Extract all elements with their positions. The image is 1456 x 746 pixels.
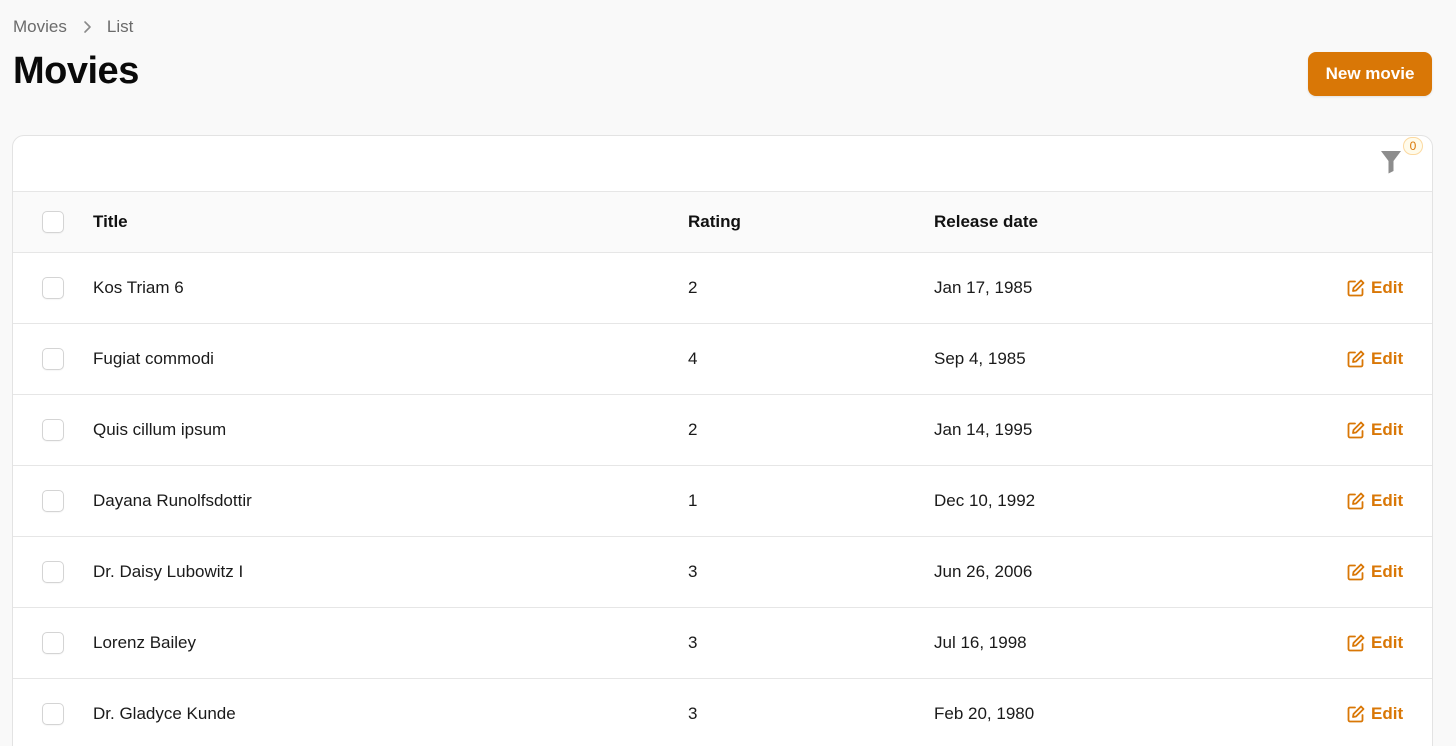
cell-rating: 4 [688, 349, 698, 368]
edit-button[interactable]: Edit [1347, 537, 1403, 607]
edit-button[interactable]: Edit [1347, 395, 1403, 465]
cell-title: Dayana Runolfsdottir [93, 491, 252, 510]
row-checkbox[interactable] [42, 561, 64, 583]
edit-icon [1347, 421, 1365, 439]
edit-label: Edit [1371, 633, 1404, 652]
edit-button[interactable]: Edit [1347, 608, 1403, 678]
table-row[interactable]: Kos Triam 6 2 Jan 17, 1985 Edit [13, 253, 1432, 324]
page-title: Movies [13, 50, 139, 92]
edit-icon [1347, 563, 1365, 581]
funnel-icon [1380, 150, 1402, 179]
filter-button[interactable] [1378, 150, 1404, 178]
cell-release-date: Sep 4, 1985 [934, 349, 1026, 368]
cell-rating: 1 [688, 491, 698, 510]
cell-release-date: Jan 14, 1995 [934, 420, 1033, 439]
breadcrumb-item-movies[interactable]: Movies [13, 17, 67, 37]
movies-table-card: 0 Title Rating Release date Kos Triam 6 … [12, 135, 1433, 746]
breadcrumb-item-list[interactable]: List [107, 17, 133, 37]
cell-title: Dr. Daisy Lubowitz I [93, 562, 244, 581]
table-row[interactable]: Fugiat commodi 4 Sep 4, 1985 Edit [13, 324, 1432, 395]
edit-label: Edit [1371, 704, 1404, 723]
edit-icon [1347, 705, 1365, 723]
cell-rating: 3 [688, 633, 698, 652]
cell-title: Quis cillum ipsum [93, 420, 227, 439]
breadcrumb: Movies List [13, 17, 133, 37]
row-checkbox[interactable] [42, 632, 64, 654]
edit-icon [1347, 634, 1365, 652]
table-body: Kos Triam 6 2 Jan 17, 1985 Edit Fugiat c… [13, 253, 1432, 746]
edit-label: Edit [1371, 562, 1404, 581]
cell-title: Fugiat commodi [93, 349, 214, 368]
row-checkbox[interactable] [42, 348, 64, 370]
table-row[interactable]: Quis cillum ipsum 2 Jan 14, 1995 Edit [13, 395, 1432, 466]
edit-button[interactable]: Edit [1347, 324, 1403, 394]
column-header-rating[interactable]: Rating [688, 192, 741, 252]
cell-release-date: Feb 20, 1980 [934, 704, 1035, 723]
cell-release-date: Jan 17, 1985 [934, 278, 1033, 297]
new-movie-button[interactable]: New movie [1308, 52, 1432, 96]
edit-icon [1347, 492, 1365, 510]
table-row[interactable]: Dr. Daisy Lubowitz I 3 Jun 26, 2006 Edit [13, 537, 1432, 608]
edit-icon [1347, 350, 1365, 368]
row-checkbox[interactable] [42, 490, 64, 512]
cell-rating: 3 [688, 704, 698, 723]
cell-release-date: Dec 10, 1992 [934, 491, 1036, 510]
edit-label: Edit [1371, 349, 1404, 368]
cell-rating: 2 [688, 420, 698, 439]
select-all-checkbox[interactable] [42, 211, 64, 233]
cell-release-date: Jun 26, 2006 [934, 562, 1033, 581]
table-toolbar: 0 [13, 136, 1432, 192]
row-checkbox[interactable] [42, 419, 64, 441]
edit-label: Edit [1371, 278, 1404, 297]
row-checkbox[interactable] [42, 703, 64, 725]
column-header-release-date[interactable]: Release date [934, 192, 1038, 252]
row-checkbox[interactable] [42, 277, 64, 299]
edit-label: Edit [1371, 420, 1404, 439]
filter-count-badge: 0 [1403, 137, 1423, 155]
edit-button[interactable]: Edit [1347, 466, 1403, 536]
cell-release-date: Jul 16, 1998 [934, 633, 1027, 652]
chevron-right-icon [79, 19, 95, 35]
edit-button[interactable]: Edit [1347, 679, 1403, 746]
cell-title: Kos Triam 6 [93, 278, 184, 297]
edit-label: Edit [1371, 491, 1404, 510]
cell-title: Dr. Gladyce Kunde [93, 704, 236, 723]
table-row[interactable]: Lorenz Bailey 3 Jul 16, 1998 Edit [13, 608, 1432, 679]
cell-title: Lorenz Bailey [93, 633, 197, 652]
table-row[interactable]: Dayana Runolfsdottir 1 Dec 10, 1992 Edit [13, 466, 1432, 537]
column-header-title[interactable]: Title [93, 192, 128, 252]
edit-icon [1347, 279, 1365, 297]
cell-rating: 3 [688, 562, 698, 581]
table-header-row: Title Rating Release date [13, 192, 1432, 253]
table-row[interactable]: Dr. Gladyce Kunde 3 Feb 20, 1980 Edit [13, 679, 1432, 746]
cell-rating: 2 [688, 278, 698, 297]
edit-button[interactable]: Edit [1347, 253, 1403, 323]
